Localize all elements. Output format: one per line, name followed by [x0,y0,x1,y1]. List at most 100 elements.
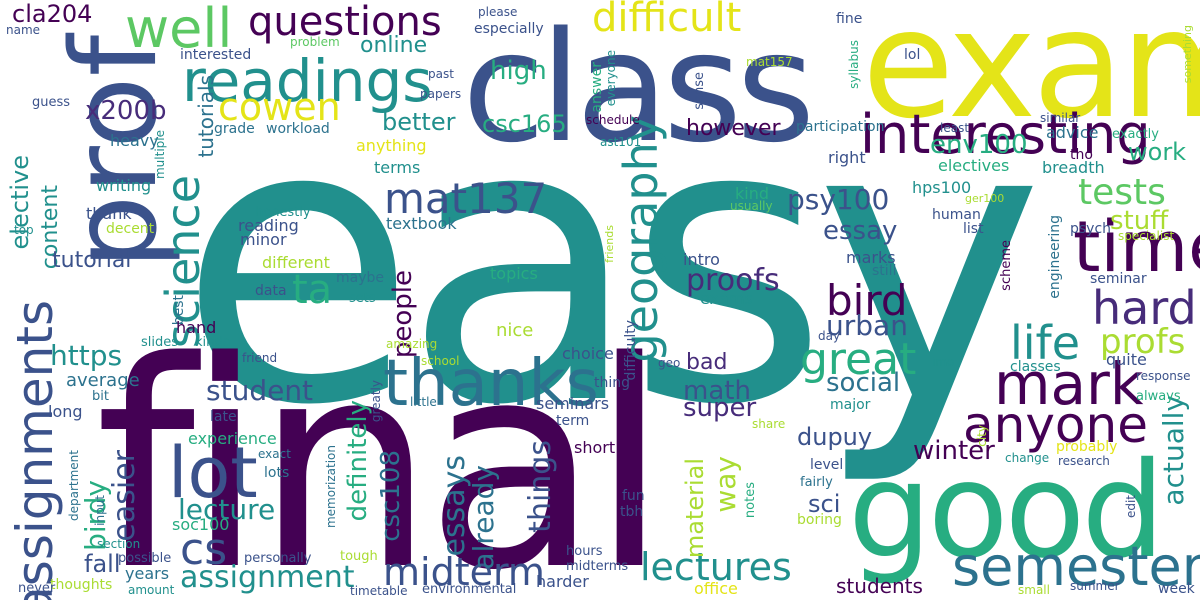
word-department: department [67,450,81,521]
word-classes: classes [1010,359,1061,375]
word-difficult: difficult [592,0,742,41]
word-https: https [50,339,123,372]
word-bad: bad [686,350,728,375]
word-school: school [421,354,460,368]
word-past: past [428,67,454,81]
word-lots: lots [264,465,290,481]
word-actually: actually [1157,395,1190,506]
word-problem: problem [290,35,340,49]
word-exactly: exactly [1112,127,1159,142]
word-papers: papers [420,87,462,101]
word-difficulty: difficulty [623,320,639,381]
word-textbook: textbook [386,214,457,233]
word-choice: choice [562,344,614,363]
word-level: level [810,457,844,473]
word-fun: fun [622,488,645,504]
word-least: least [940,121,970,135]
word-hours: hours [566,544,603,559]
word-long: long [48,402,83,421]
word-workload: workload [266,121,330,137]
word-harder: harder [536,572,589,591]
word-probably: probably [1056,439,1118,455]
word-fine: fine [836,11,863,27]
word-sense: sense [692,72,707,110]
word-years: years [125,564,170,583]
word-multiple: multiple [153,130,167,180]
word-friend: friend [242,351,278,365]
word-amount: amount [128,583,175,597]
word-human: human [932,207,981,223]
word-essays: essays [437,455,472,557]
word-list: list [963,221,984,237]
word-environmental: environmental [422,582,517,597]
word-experience: experience [188,429,277,448]
word-average: average [66,370,140,391]
word-fairly: fairly [800,475,833,490]
word-way: way [709,456,742,513]
word-section: section [97,537,141,551]
word-participation: participation [796,119,885,135]
word-already: already [467,465,500,570]
word-material: material [681,458,709,559]
word-quite: quite [1106,350,1147,369]
word-students: students [836,574,923,598]
word-specialist: specialist [1118,229,1175,243]
word-late: late [210,409,237,425]
word-heavy: heavy [110,131,159,150]
word-mat157: mat157 [746,55,793,69]
word-assignment: assignment [180,560,355,595]
word-especially: especially [474,21,544,37]
word-share: share [752,417,786,431]
word-writing: writing [96,176,152,195]
word-thoughts: thoughts [50,577,113,593]
word-ta: ta [292,267,333,313]
word-seminars: seminars [536,394,610,413]
word-cloud: easy final exam class prof good time rea… [0,0,1200,600]
word-schedule: schedule [586,113,640,127]
word-tho: tho [1070,147,1093,163]
word-exams: exams [700,289,753,308]
word-ast101: ast101 [600,135,642,149]
word-tough: tough [340,549,378,564]
word-something: something [1181,25,1194,84]
word-honestly: honestly [255,205,311,220]
word-essay: essay [823,216,898,246]
word-short: short [574,438,616,457]
word-advice: advice [1046,123,1099,142]
word-friends: friends [603,225,616,263]
word-right: right [828,148,866,167]
word-research: research [1058,454,1110,468]
word-imo: imo [932,355,955,369]
word-different: different [262,253,330,272]
word-day: day [818,329,841,343]
word-engineering: engineering [1047,215,1063,299]
word-interested: interested [180,47,252,63]
word-decent: decent [106,221,155,237]
word-amazing: amazing [386,337,438,351]
word-maybe: maybe [336,270,385,286]
word-ger100: ger100 [965,192,1005,205]
word-terms: terms [374,158,421,177]
word-top: top [14,223,34,237]
word-syllabus: syllabus [847,40,861,89]
word-still: still [872,263,897,279]
word-csc108: csc108 [376,450,406,542]
word-bit: bit [92,389,109,404]
word-work: work [1128,138,1187,166]
word-boring: boring [797,512,842,528]
word-env100: env100 [930,130,1028,160]
word-grade: grade [214,121,255,137]
word-online: online [360,33,428,58]
word-psych: psych [1070,221,1112,237]
word-easier: easier [107,450,142,542]
word-hand: hand [176,318,217,337]
word-things: things [523,440,558,533]
word-high: high [490,56,547,86]
word-soc100: soc100 [172,515,230,534]
word-city: city [975,425,989,447]
word-x200b: x200b [85,96,167,126]
word-nice: nice [496,320,534,341]
word-minor: minor [240,230,287,249]
word-summer: summer [1070,579,1120,593]
word-data: data [255,283,287,299]
